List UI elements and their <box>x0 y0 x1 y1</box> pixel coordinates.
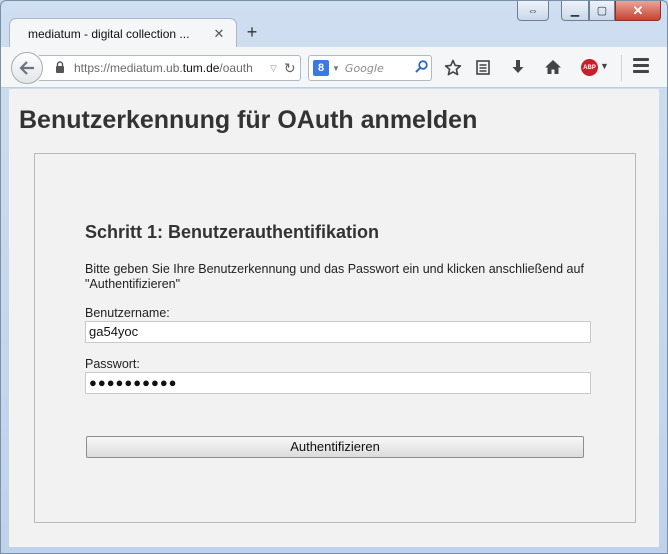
password-field[interactable]: ●●●●●●●●●● <box>85 372 591 394</box>
window-arrange-button[interactable]: ⇔ <box>517 1 549 21</box>
username-field[interactable]: ga54yoc <box>85 321 591 343</box>
reading-list-icon[interactable] <box>472 59 494 77</box>
page-title: Benutzerkennung für OAuth anmelden <box>19 106 478 134</box>
window-controls: ▁ ▢ ✕ <box>561 1 661 21</box>
tab-title: mediatum - digital collection ... <box>28 26 190 41</box>
bookmark-star-icon[interactable] <box>442 59 464 77</box>
download-icon[interactable] <box>507 59 529 77</box>
browser-tab[interactable]: mediatum - digital collection ... ✕ <box>9 18 237 48</box>
login-panel: Schritt 1: Benutzerauthentifikation Bitt… <box>34 153 636 523</box>
url-bar[interactable]: https://mediatum.ub.tum.de/oauth ▽ ↻ <box>39 55 301 81</box>
reload-icon[interactable]: ↻ <box>284 60 296 77</box>
menu-icon[interactable] <box>633 58 649 76</box>
lock-icon <box>55 60 69 76</box>
home-icon[interactable] <box>542 59 564 77</box>
back-button[interactable] <box>11 52 43 84</box>
url-history-dropdown-icon[interactable]: ▽ <box>270 63 277 74</box>
url-text: https://mediatum.ub.tum.de/oauth <box>74 61 253 75</box>
maximize-button[interactable]: ▢ <box>589 1 615 21</box>
authenticate-button[interactable]: Authentifizieren <box>86 436 584 458</box>
search-go-icon[interactable] <box>411 60 431 76</box>
browser-window: ⇔ ▁ ▢ ✕ mediatum - digital collection ..… <box>0 0 668 554</box>
search-bar[interactable]: 8 ▼ Google <box>308 55 432 81</box>
adblock-plus-icon[interactable]: ABP <box>581 59 598 76</box>
navigation-toolbar: https://mediatum.ub.tum.de/oauth ▽ ↻ 8 ▼… <box>1 47 667 88</box>
password-label: Passwort: <box>85 357 140 371</box>
page-content: Benutzerkennung für OAuth anmelden Schri… <box>9 89 659 547</box>
search-input[interactable]: Google <box>345 62 411 75</box>
minimize-button[interactable]: ▁ <box>561 1 589 21</box>
instructions-text: Bitte geben Sie Ihre Benutzerkennung und… <box>85 262 584 291</box>
close-window-button[interactable]: ✕ <box>615 1 661 21</box>
search-engine-dropdown-icon[interactable]: ▼ <box>332 64 340 73</box>
google-icon[interactable]: 8 <box>313 60 329 76</box>
adblock-dropdown-icon[interactable]: ▼ <box>600 61 609 71</box>
new-tab-button[interactable]: + <box>243 23 261 41</box>
tab-close-icon[interactable]: ✕ <box>212 26 226 42</box>
back-arrow-icon <box>19 61 34 75</box>
toolbar-divider <box>621 55 622 81</box>
step-title: Schritt 1: Benutzerauthentifikation <box>85 222 380 242</box>
username-label: Benutzername: <box>85 306 170 320</box>
